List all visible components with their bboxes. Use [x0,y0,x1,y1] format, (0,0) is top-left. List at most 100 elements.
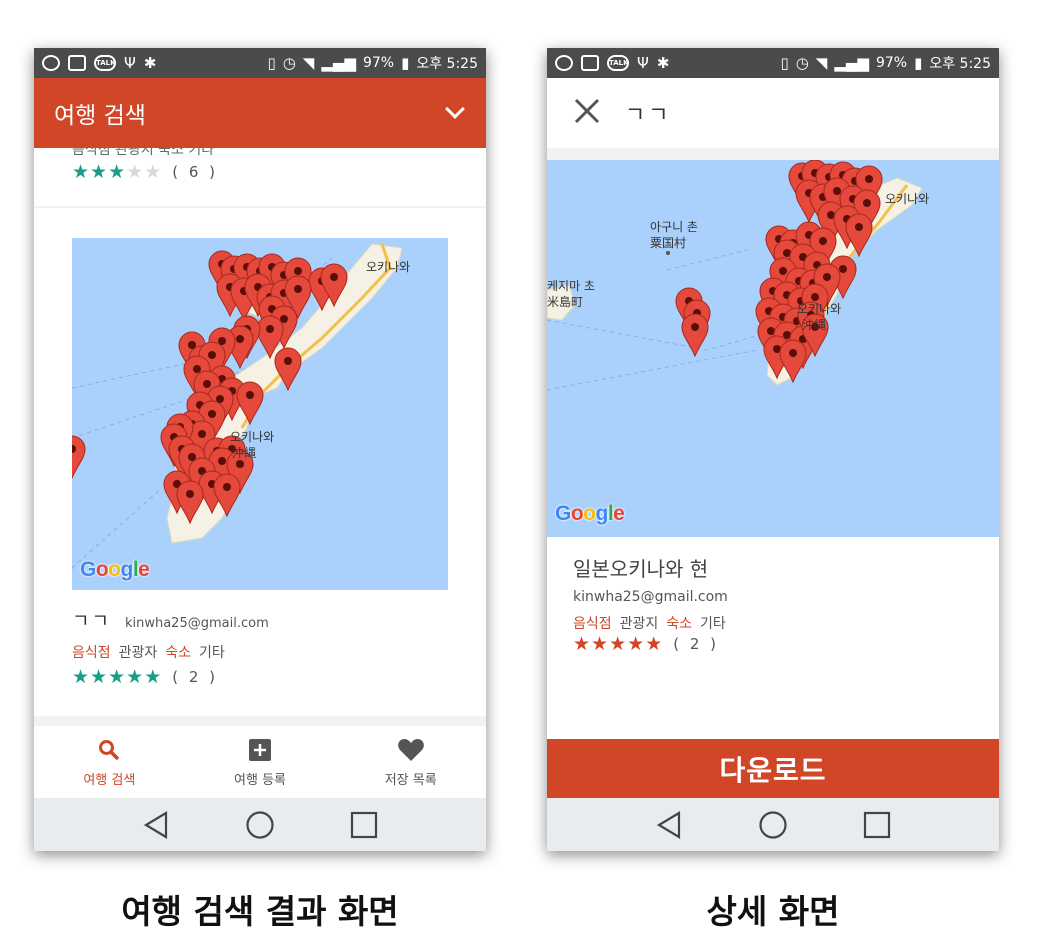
star-icon: ★ [90,161,108,183]
usb-icon: Ψ [124,54,136,72]
status-time: 오후 5:25 [416,56,478,72]
nav-label: 여행 검색 [83,772,136,788]
detail-info: 일본오키나와 현 kinwha25@gmail.com 음식점 관광지 숙소 기… [547,537,999,739]
map-pin-icon[interactable] [681,313,709,358]
caption-search-results: 여행 검색 결과 화면 [121,892,399,931]
star-icon: ★ [90,666,108,688]
results-list[interactable]: 음식점 관광지 숙소 기타 ★ ★ ★ ★ ★ ( 6 ) 오키나와 오키나와 … [34,148,486,726]
map-pin-icon[interactable] [72,435,86,480]
home-icon[interactable] [758,810,788,840]
category-tag: 관광자 [118,645,158,661]
detail-toolbar: ㄱㄱ [547,78,999,148]
google-logo: Google [555,502,625,525]
map-label: 오키나와 [797,302,842,316]
status-time: 오후 5:25 [929,56,991,72]
status-bar: TALK Ψ ✱ ▯ ◷ ◥ ▂▄▆ 97% ▮ 오후 5:25 [547,48,999,78]
category-tag: 숙소 [165,645,192,661]
status-bar: TALK Ψ ✱ ▯ ◷ ◥ ▂▄▆ 97% ▮ 오후 5:25 [34,48,486,78]
back-icon[interactable] [654,810,684,840]
author-email: kinwha25@gmail.com [124,616,269,631]
star-icon: ★ [591,633,609,655]
category-list: 음식점 관광자 숙소 기타 [72,642,225,662]
star-empty-icon: ★ [144,161,162,183]
star-icon: ★ [609,633,627,655]
detail-map[interactable]: 아구니 촌 粟国村 케지마 초 米島町 오키나와 오키나와 沖縄 Google [547,160,999,537]
star-icon: ★ [72,161,90,183]
map-label: 오키나와 [230,430,275,444]
vibrate-icon: ▯ [267,54,276,72]
back-icon[interactable] [141,810,171,840]
review-count: ( 2 ) [673,635,720,653]
nav-register-trip[interactable]: 여행 등록 [185,726,336,798]
usb-icon: Ψ [637,54,649,72]
star-icon: ★ [573,633,591,655]
alarm-icon: ◷ [282,54,296,72]
map-label: 오키나와 [366,260,411,274]
battery-percent: 97% [875,55,908,71]
alarm-icon: ◷ [795,54,809,72]
app-notification-icon [555,55,573,71]
result-card[interactable]: 오키나와 오키나와 沖縄 Google ㄱㄱ kinwha25@gmail.co… [34,208,486,716]
star-icon: ★ [144,666,162,688]
google-logo: Google [80,558,150,581]
map-label: 케지마 초 [547,279,595,293]
category-tag: 음식점 [72,645,111,661]
okinawa-map [72,243,403,569]
battery-percent: 97% [362,55,395,71]
nav-search-trip[interactable]: 여행 검색 [34,726,185,798]
rating-stars: ★ ★ ★ ★ ★ ( 2 ) [573,633,719,655]
category-line: 음식점 관광지 숙소 기타 [72,148,215,158]
app-notification-icon [42,55,60,71]
nav-label: 여행 등록 [234,772,286,788]
rating-stars: ★ ★ ★ ★ ★ ( 2 ) [72,666,218,688]
recent-apps-icon[interactable] [862,810,892,840]
search-icon [97,737,121,763]
category-tag: 기타 [700,616,726,632]
author-nickname: ㄱㄱ [72,610,111,632]
kakaotalk-icon: TALK [607,55,629,71]
vibrate-icon: ▯ [780,54,789,72]
system-navigation-bar [34,798,486,851]
home-icon[interactable] [245,810,275,840]
author-email: kinwha25@gmail.com [573,589,728,605]
star-icon: ★ [108,666,126,688]
star-icon: ★ [72,666,90,688]
map-label: 아구니 촌 [650,220,698,234]
android-debug-icon: ✱ [143,54,157,72]
app-bar: 여행 검색 [34,78,486,148]
review-count: ( 6 ) [172,163,219,181]
category-tag: 음식점 [573,616,612,632]
heart-icon [397,737,425,763]
star-empty-icon: ★ [126,161,144,183]
map-thumbnail[interactable]: 오키나와 오키나와 沖縄 Google [72,238,448,590]
review-count: ( 2 ) [172,668,219,686]
place-name: 일본오키나와 현 [573,557,709,581]
battery-icon: ▮ [401,54,410,72]
star-icon: ★ [627,633,645,655]
result-card[interactable]: 음식점 관광지 숙소 기타 ★ ★ ★ ★ ★ ( 6 ) [34,148,486,206]
star-icon: ★ [645,633,663,655]
wifi-icon: ◥ [302,54,315,72]
map-label: 粟国村 [650,236,687,250]
map-label: 沖縄 [802,318,827,332]
detail-screen: TALK Ψ ✱ ▯ ◷ ◥ ▂▄▆ 97% ▮ 오후 5:25 ㄱㄱ 아구니 … [547,48,999,851]
star-icon: ★ [126,666,144,688]
author-line: ㄱㄱ kinwha25@gmail.com [72,606,269,633]
close-icon[interactable] [573,97,601,129]
chevron-down-icon[interactable] [445,99,465,119]
okinawa-map [547,160,923,391]
caption-detail: 상세 화면 [706,892,840,931]
bottom-navigation: 여행 검색 여행 등록 저장 목록 [34,726,486,798]
recent-apps-icon[interactable] [349,810,379,840]
search-results-screen: TALK Ψ ✱ ▯ ◷ ◥ ▂▄▆ 97% ▮ 오후 5:25 여행 검색 음… [34,48,486,851]
detail-title: ㄱㄱ [625,103,672,128]
map-label: 沖縄 [232,446,257,460]
download-button[interactable]: 다운로드 [547,739,999,798]
nav-saved-list[interactable]: 저장 목록 [335,726,486,798]
rating-stars: ★ ★ ★ ★ ★ ( 6 ) [72,161,218,183]
signal-icon: ▂▄▆ [834,54,869,72]
wifi-icon: ◥ [815,54,828,72]
page-title: 여행 검색 [54,103,146,129]
category-tag: 관광지 [619,616,659,632]
gallery-icon [68,55,86,71]
